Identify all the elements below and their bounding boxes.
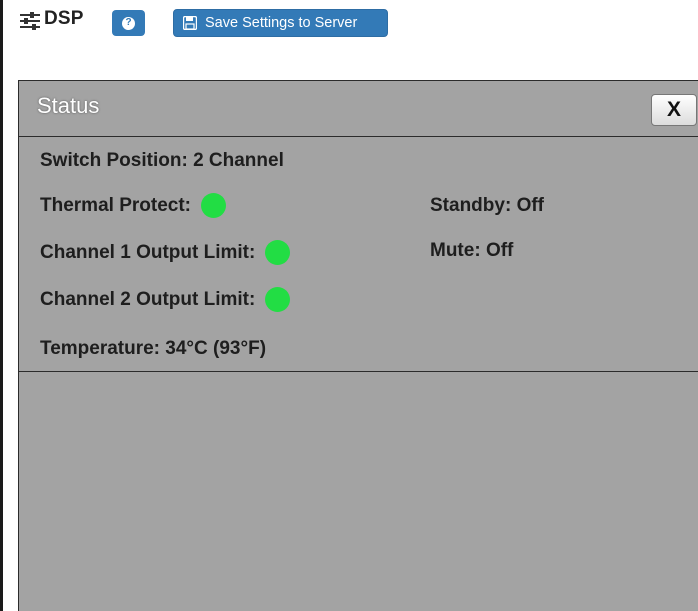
close-button[interactable]: X xyxy=(651,94,697,126)
mute-value: Off xyxy=(485,240,514,261)
temperature-value: 34°C (93°F) xyxy=(165,338,267,359)
channel1-output-limit-indicator xyxy=(265,240,291,265)
panel-title: Status xyxy=(37,93,100,118)
panel-header: Status X xyxy=(19,81,698,137)
frame-border xyxy=(0,0,3,611)
mute-row: Mute: Off xyxy=(430,240,513,262)
mute-label: Mute: xyxy=(430,240,481,261)
status-panel: Status X Switch Position: 2 Channel Ther… xyxy=(18,80,698,611)
standby-row: Standby: Off xyxy=(430,195,544,217)
temperature-label: Temperature: xyxy=(40,338,161,359)
save-settings-button[interactable]: Save Settings to Server xyxy=(173,9,388,37)
switch-position-row: Switch Position: 2 Channel xyxy=(40,150,284,172)
channel1-output-limit-label: Channel 1 Output Limit: xyxy=(40,241,256,263)
channel2-output-limit-label: Channel 2 Output Limit: xyxy=(40,288,256,310)
thermal-protect-row: Thermal Protect: xyxy=(40,193,226,218)
thermal-protect-label: Thermal Protect: xyxy=(40,194,191,216)
temperature-row: Temperature: 34°C (93°F) xyxy=(40,338,266,360)
channel2-output-limit-row: Channel 2 Output Limit: xyxy=(40,287,291,312)
help-button[interactable]: ? xyxy=(112,10,145,36)
save-settings-label: Save Settings to Server xyxy=(205,15,358,31)
question-icon: ? xyxy=(122,16,135,30)
page-title: DSP xyxy=(44,8,84,29)
switch-position-value: 2 Channel xyxy=(193,150,284,171)
channel2-output-limit-indicator xyxy=(265,287,291,312)
toolbar: DSP ? Save Settings to Server xyxy=(0,0,698,44)
thermal-protect-indicator xyxy=(200,193,226,218)
channel1-output-limit-row: Channel 1 Output Limit: xyxy=(40,240,291,265)
sliders-icon xyxy=(20,12,40,30)
floppy-disk-icon xyxy=(183,16,197,30)
switch-position-label: Switch Position: xyxy=(40,150,188,171)
status-body: Switch Position: 2 Channel Thermal Prote… xyxy=(19,137,698,372)
standby-value: Off xyxy=(516,195,544,216)
standby-label: Standby: xyxy=(430,195,512,216)
